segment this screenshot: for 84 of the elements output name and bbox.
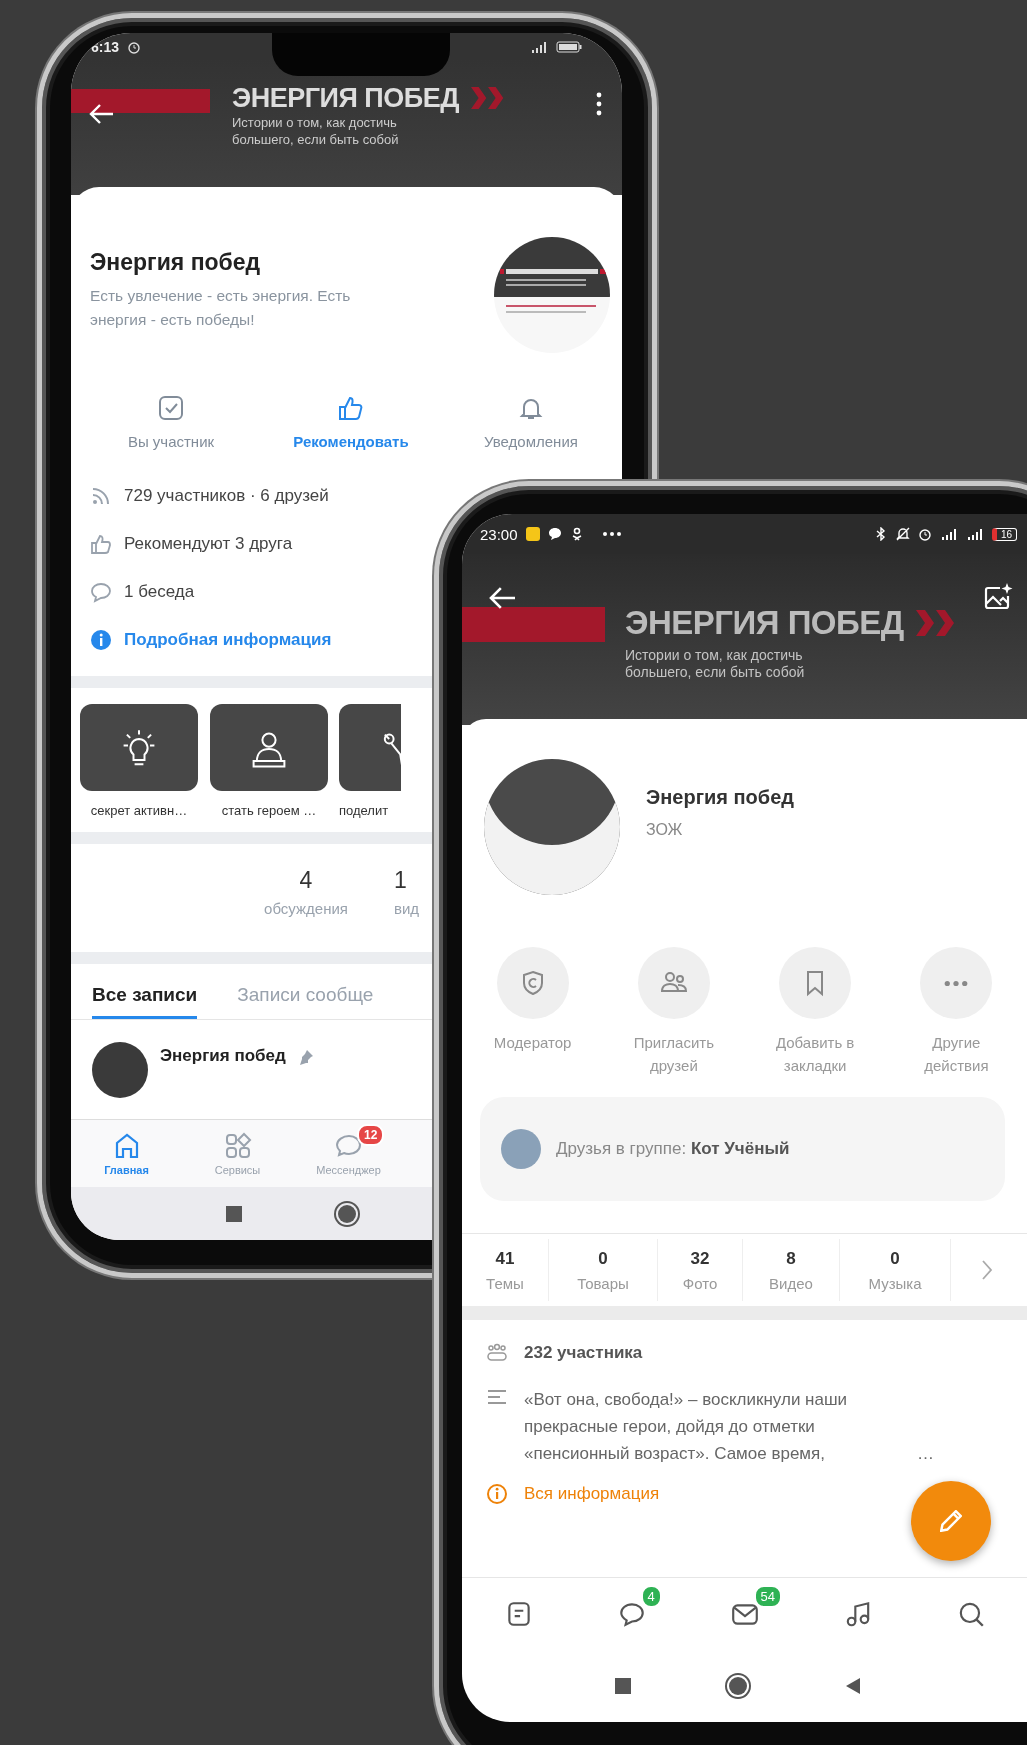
story-label: стать героем … (221, 803, 317, 818)
battery-level: 16 (991, 527, 1017, 541)
nav-tab[interactable]: 12 Мессенджер (293, 1120, 404, 1187)
status-time: 23:00 (480, 525, 518, 543)
action-label: Модератор (492, 1033, 573, 1053)
signal-icon (965, 528, 984, 540)
post-author: Энергия побед (160, 1046, 286, 1066)
unread-badge: 12 (357, 1124, 385, 1146)
unread-badge: 4 (640, 1585, 662, 1608)
checkbox-icon (158, 395, 184, 421)
post-avatar (92, 1042, 148, 1098)
friend-avatar-photo (501, 1129, 541, 1169)
info-text: 1 беседа (124, 582, 195, 602)
pencil-icon (940, 1510, 962, 1532)
info-text: 729 участников · 6 друзей (124, 486, 329, 506)
message-icon (547, 527, 562, 541)
nav-tab[interactable]: Сервисы (182, 1120, 293, 1187)
feed-tab[interactable]: Записи сообще (237, 984, 374, 1019)
counter-label: вид (394, 900, 420, 917)
info-text: Рекомендуют 3 друга (124, 534, 293, 554)
alarm-icon (127, 39, 142, 54)
action-label: Пригласить друзей (632, 1033, 716, 1076)
home-button-icon[interactable] (338, 1204, 356, 1223)
more-notifications-icon (601, 531, 622, 537)
recent-apps-icon[interactable] (226, 1205, 242, 1222)
muted-bell-icon (895, 527, 910, 541)
all-info-link[interactable]: Вся информация (524, 1484, 660, 1504)
stat-item[interactable]: 41 Темы (462, 1239, 549, 1301)
stat-item[interactable]: 0 Музыка (840, 1239, 951, 1301)
chevrons-icon (915, 608, 956, 638)
details-link[interactable]: Подробная информация (124, 630, 332, 650)
action-button[interactable]: Вы участник (81, 395, 261, 450)
info-icon (486, 1483, 508, 1505)
more-icon[interactable] (596, 92, 602, 116)
action-button[interactable]: Уведомления (441, 395, 621, 450)
speech-bubble-icon (90, 581, 112, 603)
signal-icon (939, 528, 958, 540)
cover-subtitle: Истории о том, как достичь (625, 647, 804, 664)
chevrons-icon (470, 86, 505, 110)
cover-title: ЭНЕРГИЯ ПОБЕД (625, 603, 904, 643)
group-description: «Вот она, свобода!» – воскликнули наши прекрасные герои, дойдя до отметки «пенсионный возраст». Самое время, … (524, 1389, 935, 1465)
cover-subtitle: Истории о том, как достичь (232, 114, 398, 131)
stat-item[interactable]: 8 Видео (743, 1239, 840, 1301)
story-label: секрет активн… (90, 803, 188, 818)
action-label: Другие действия (923, 1033, 990, 1076)
group-name: Энергия побед (90, 249, 262, 276)
notification-app-icon (525, 527, 540, 541)
counter-value: 1 (394, 867, 407, 894)
story-tile[interactable] (80, 704, 198, 791)
back-arrow-icon[interactable] (89, 103, 115, 125)
friends-card[interactable]: Друзья в группе: Кот Учёный (480, 1097, 1005, 1201)
battery-icon (556, 40, 582, 53)
friends-text: Друзья в группе: Кот Учёный (556, 1139, 790, 1159)
stat-item[interactable]: 32 Фото (658, 1239, 743, 1301)
action-label: Добавить в закладки (774, 1033, 856, 1076)
grid-icon (223, 1131, 252, 1160)
home-button-icon[interactable] (729, 1677, 747, 1695)
feed-tab[interactable]: Все записи (92, 984, 198, 1019)
cover-subtitle: большего, если быть собой (625, 664, 806, 681)
back-triangle-icon[interactable] (845, 1677, 861, 1695)
group-description: Есть увлечение - есть энергия. Есть энергия - есть победы! (90, 286, 352, 330)
counter-value: 4 (299, 867, 313, 894)
thumbs-up-icon (338, 395, 364, 421)
counter-label: обсуждения (264, 900, 348, 917)
cover-subtitle: большего, если быть собой (232, 131, 400, 148)
thumbs-up-icon (90, 533, 112, 555)
more-icon (944, 979, 969, 987)
action-button[interactable]: Рекомендовать (261, 395, 441, 450)
members-count[interactable]: 232 участника (524, 1343, 643, 1363)
back-arrow-icon[interactable] (488, 586, 518, 610)
image-sparkle-icon[interactable] (983, 582, 1013, 612)
signal-icon (530, 40, 548, 53)
stat-item[interactable]: 0 Товары (549, 1239, 658, 1301)
story-label: поделит (339, 803, 389, 818)
story-tile[interactable] (210, 704, 328, 791)
unread-badge: 54 (753, 1585, 782, 1608)
rss-icon (90, 485, 112, 507)
people-icon (486, 1342, 508, 1364)
alarm-icon (917, 527, 932, 541)
group-category: ЗОЖ (646, 820, 684, 839)
nav-tab[interactable]: Главная (71, 1120, 182, 1187)
group-name: Энергия побед (646, 785, 794, 809)
cover-title: ЭНЕРГИЯ ПОБЕД (232, 82, 459, 114)
info-icon (90, 629, 112, 651)
